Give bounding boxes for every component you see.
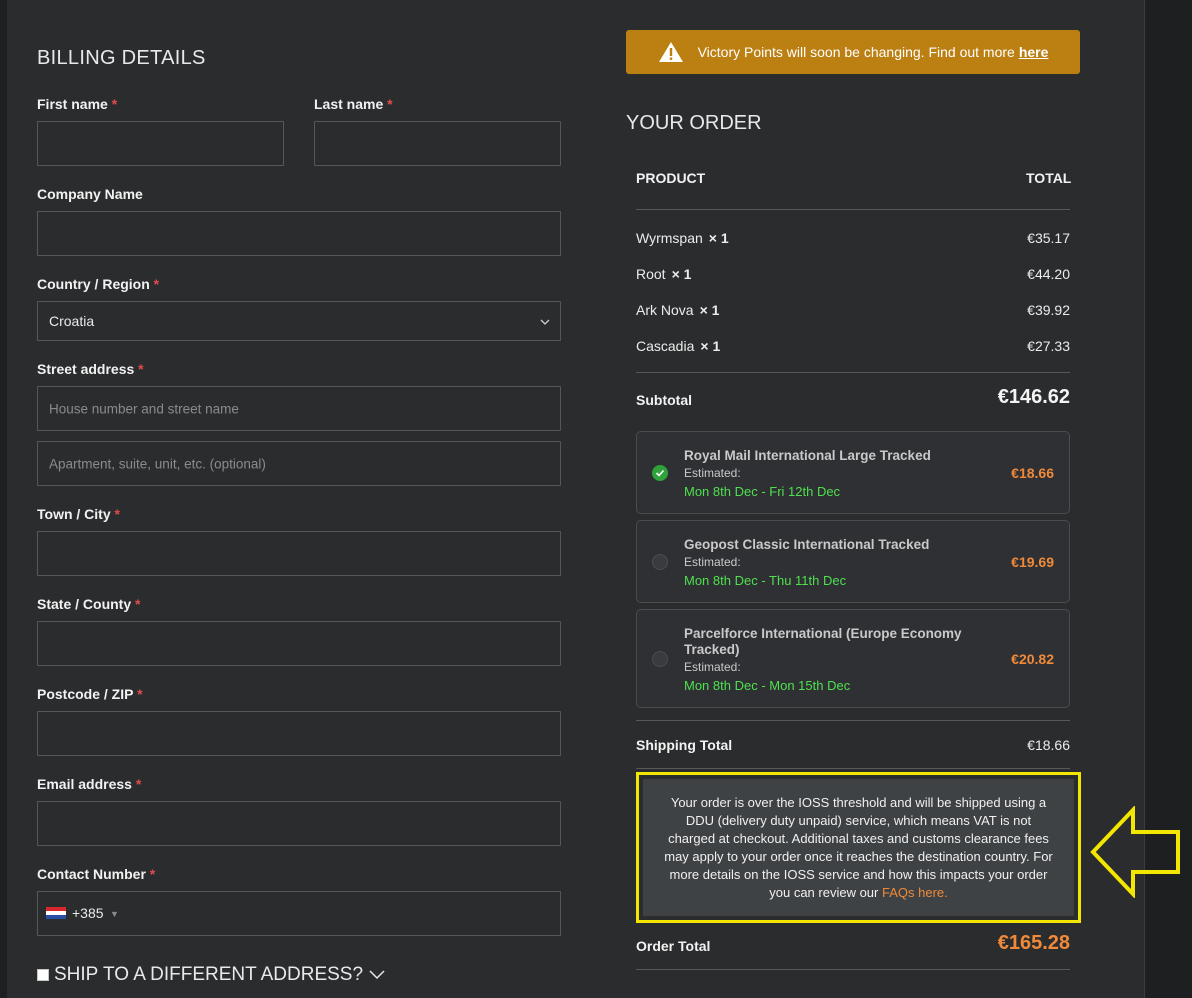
street-label: Street address * <box>37 361 144 377</box>
order-title: YOUR ORDER <box>626 112 762 134</box>
last-name-input[interactable] <box>314 121 561 166</box>
company-input[interactable] <box>37 211 561 256</box>
apartment-placeholder: Apartment, suite, unit, etc. (optional) <box>49 456 266 471</box>
country-value: Croatia <box>49 313 95 329</box>
radio-checked-icon[interactable] <box>652 465 668 481</box>
divider <box>636 720 1070 721</box>
shipping-price: €19.69 <box>1011 554 1054 570</box>
billing-title: BILLING DETAILS <box>37 47 206 69</box>
subtotal-value: €146.62 <box>997 386 1070 408</box>
contact-label: Contact Number * <box>37 866 156 882</box>
email-input[interactable] <box>37 801 561 846</box>
checkbox-icon[interactable] <box>37 969 49 981</box>
state-input[interactable] <box>37 621 561 666</box>
shipping-estimated-label: Estimated: <box>684 466 741 480</box>
order-item-price: €39.92 <box>1027 302 1070 318</box>
shipping-estimated-label: Estimated: <box>684 555 741 569</box>
state-label: State / County * <box>37 596 141 612</box>
subtotal-label: Subtotal <box>636 392 692 408</box>
shipping-option-royal-mail[interactable]: Royal Mail International Large Tracked E… <box>636 431 1070 514</box>
apartment-input[interactable]: Apartment, suite, unit, etc. (optional) <box>37 441 561 486</box>
product-header: PRODUCT <box>636 170 706 186</box>
divider <box>636 209 1070 210</box>
order-item-name: Wyrmspan × 1 <box>636 230 729 246</box>
shipping-total-label: Shipping Total <box>636 737 733 753</box>
shipping-method-name: Royal Mail International Large Tracked <box>684 448 931 463</box>
banner-text: Victory Points will soon be changing. Fi… <box>697 44 1015 60</box>
divider <box>636 969 1070 970</box>
postcode-input[interactable] <box>37 711 561 756</box>
ship-different-toggle[interactable]: SHIP TO A DIFFERENT ADDRESS? <box>37 964 385 986</box>
order-total-label: Order Total <box>636 938 711 954</box>
shipping-option-parcelforce[interactable]: Parcelforce International (Europe Econom… <box>636 609 1070 708</box>
company-label: Company Name <box>37 186 143 202</box>
street-input[interactable]: House number and street name <box>37 386 561 431</box>
order-item-price: €35.17 <box>1027 230 1070 246</box>
shipping-price: €20.82 <box>1011 651 1054 667</box>
order-item-name: Cascadia × 1 <box>636 338 721 354</box>
first-name-input[interactable] <box>37 121 284 166</box>
shipping-method-name: Geopost Classic International Tracked <box>684 537 930 552</box>
order-item-name: Ark Nova × 1 <box>636 302 720 318</box>
country-label: Country / Region * <box>37 276 160 292</box>
radio-unchecked-icon[interactable] <box>652 554 668 570</box>
street-placeholder: House number and street name <box>49 401 239 416</box>
shipping-option-geopost[interactable]: Geopost Classic International Tracked Es… <box>636 520 1070 603</box>
radio-unchecked-icon[interactable] <box>652 651 668 667</box>
total-header: TOTAL <box>1026 170 1072 186</box>
order-total-value: €165.28 <box>997 932 1070 954</box>
shipping-price: €18.66 <box>1011 465 1054 481</box>
country-select[interactable]: Croatia <box>37 301 561 341</box>
chevron-down-icon[interactable] <box>369 970 385 980</box>
faqs-link[interactable]: FAQs here. <box>882 885 948 900</box>
croatia-flag-icon[interactable] <box>46 907 66 919</box>
warning-icon <box>658 42 683 62</box>
contact-input[interactable]: +385 ▼ <box>37 891 561 936</box>
shipping-dates: Mon 8th Dec - Fri 12th Dec <box>684 484 841 499</box>
divider <box>636 372 1070 373</box>
divider <box>636 768 1070 769</box>
shipping-dates: Mon 8th Dec - Mon 15th Dec <box>684 678 851 693</box>
first-name-label: First name * <box>37 96 118 112</box>
shipping-dates: Mon 8th Dec - Thu 11th Dec <box>684 573 847 588</box>
dial-code: +385 <box>72 905 104 921</box>
order-item-price: €44.20 <box>1027 266 1070 282</box>
shipping-method-name: Parcelforce International (Europe Econom… <box>684 626 962 657</box>
order-item-name: Root × 1 <box>636 266 692 282</box>
town-label: Town / City * <box>37 506 120 522</box>
shipping-total-value: €18.66 <box>1027 737 1070 753</box>
shipping-estimated-label: Estimated: <box>684 660 741 674</box>
postcode-label: Postcode / ZIP * <box>37 686 143 702</box>
town-input[interactable] <box>37 531 561 576</box>
ioss-notice: Your order is over the IOSS threshold an… <box>636 772 1081 923</box>
ioss-notice-text: Your order is over the IOSS threshold an… <box>664 794 1053 900</box>
caret-down-icon[interactable]: ▼ <box>110 909 119 919</box>
victory-points-banner: Victory Points will soon be changing. Fi… <box>626 30 1080 74</box>
banner-link[interactable]: here <box>1019 44 1049 60</box>
ship-different-label: SHIP TO A DIFFERENT ADDRESS? <box>54 964 364 985</box>
chevron-down-icon <box>540 314 550 328</box>
ioss-notice-body: Your order is over the IOSS threshold an… <box>643 779 1074 916</box>
last-name-label: Last name * <box>314 96 393 112</box>
order-item-price: €27.33 <box>1027 338 1070 354</box>
annotation-arrow-icon <box>1090 806 1180 898</box>
email-label: Email address * <box>37 776 142 792</box>
